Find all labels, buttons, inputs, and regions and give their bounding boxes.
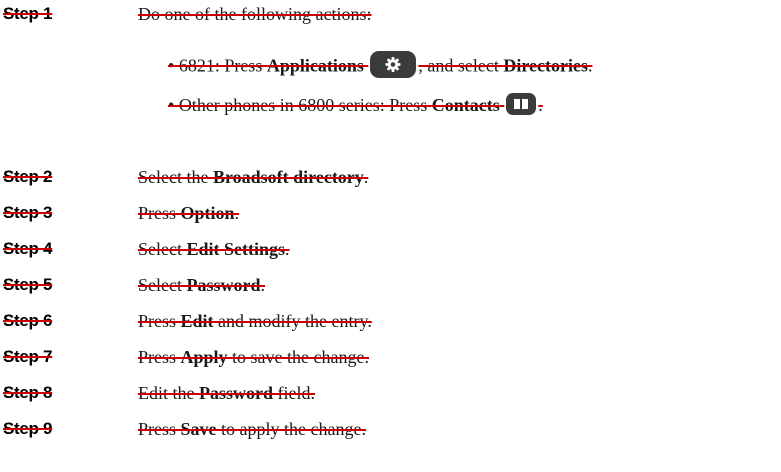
step-6: Step 6 Press Edit and modify the entry.: [0, 311, 781, 341]
step-label: Step 8: [3, 383, 53, 402]
substep-bold-2: Directories: [503, 55, 588, 76]
gear-icon: [370, 51, 417, 78]
step-label: Step 1: [3, 4, 53, 23]
step-1: Step 1 Do one of the following actions:: [0, 4, 781, 34]
step-label: Step 9: [3, 419, 53, 438]
step-text: Press Option.: [138, 203, 240, 223]
substep-text: 6821: Press: [174, 55, 267, 76]
step-8: Step 8 Edit the Password field.: [0, 383, 781, 413]
substep-text-end: .: [587, 55, 593, 76]
step-text: Press Save to apply the change.: [138, 419, 366, 439]
substep-text: Other phones in 6800 series: Press: [174, 95, 432, 115]
step-label: Step 6: [3, 311, 53, 330]
substep-bold: Contacts: [431, 95, 500, 115]
substep-text-mid: , and select: [418, 55, 504, 76]
step-3: Step 3 Press Option.: [0, 203, 781, 233]
step-label: Step 5: [3, 275, 53, 294]
substep-6800-series: • Other phones in 6800 series: Press Con…: [168, 92, 543, 118]
step-text: Select Edit Settings.: [138, 239, 290, 259]
step-text: Press Apply to save the change.: [138, 347, 369, 367]
step-text: Select Password.: [138, 275, 265, 295]
substep-6821: • 6821: Press Applications , and select …: [168, 51, 593, 81]
step-text: Do one of the following actions:: [138, 4, 372, 24]
step-text: Edit the Password field.: [138, 383, 316, 403]
step-label: Step 3: [3, 203, 53, 222]
step-4: Step 4 Select Edit Settings.: [0, 239, 781, 269]
step-7: Step 7 Press Apply to save the change.: [0, 347, 781, 377]
step-9: Step 9 Press Save to apply the change.: [0, 419, 781, 449]
book-icon: [506, 92, 537, 115]
substep-bold: Applications: [266, 55, 364, 76]
step-2: Step 2 Select the Broadsoft directory.: [0, 167, 781, 197]
step-text: Select the Broadsoft directory.: [138, 167, 369, 187]
substep-text-end: .: [538, 95, 543, 115]
step-label: Step 7: [3, 347, 53, 366]
step-text: Press Edit and modify the entry.: [138, 311, 372, 331]
step-label: Step 2: [3, 167, 53, 186]
step-5: Step 5 Select Password.: [0, 275, 781, 305]
step-label: Step 4: [3, 239, 53, 258]
